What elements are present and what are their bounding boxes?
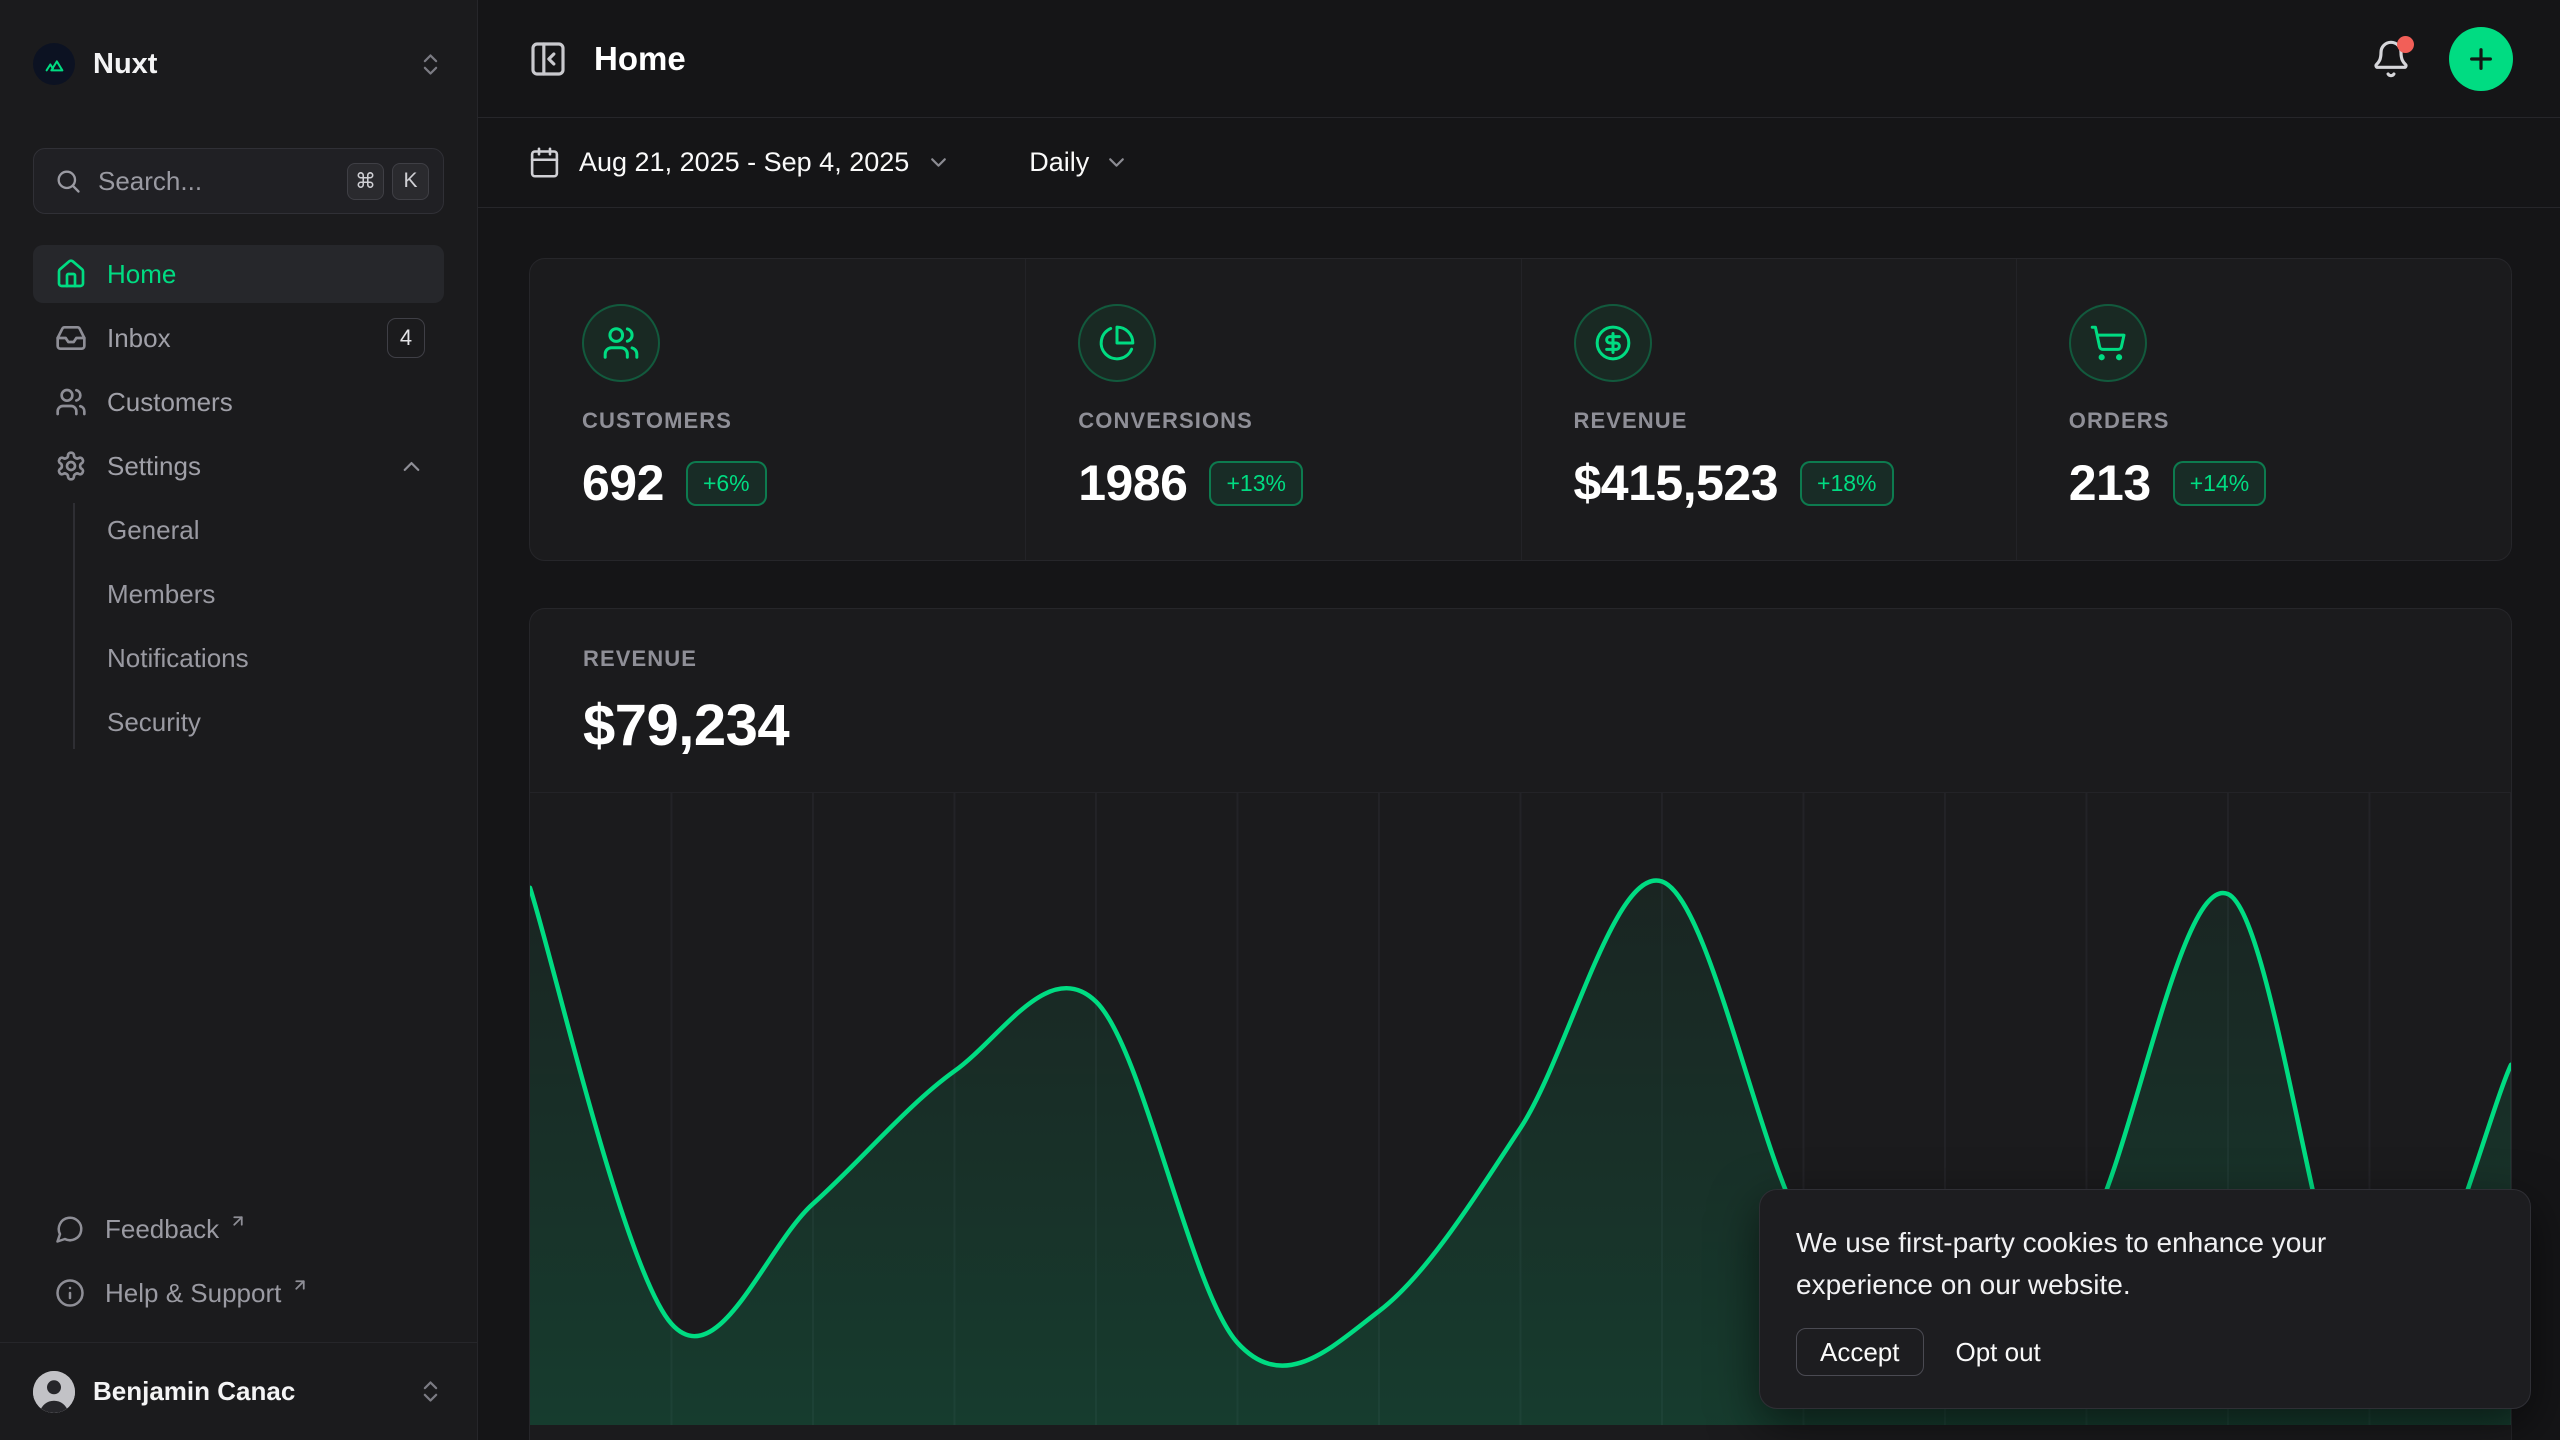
stat-label: ORDERS bbox=[2069, 408, 2511, 434]
cookie-message: We use first-party cookies to enhance yo… bbox=[1796, 1222, 2436, 1306]
sidebar-item-members[interactable]: Members bbox=[107, 565, 444, 623]
user-name: Benjamin Canac bbox=[93, 1376, 295, 1407]
sidebar-item-security[interactable]: Security bbox=[107, 693, 444, 751]
stat-value: 692 bbox=[582, 454, 664, 512]
help-support-link[interactable]: Help & Support bbox=[33, 1264, 444, 1322]
stat-label: REVENUE bbox=[1574, 408, 2016, 434]
stat-card-conversions: CONVERSIONS 1986 +13% bbox=[1025, 259, 1520, 560]
inbox-icon bbox=[55, 322, 87, 354]
chevron-down-icon bbox=[1104, 150, 1129, 175]
add-button[interactable] bbox=[2449, 27, 2513, 91]
sidebar-nav: Home Inbox 4 Customers Settings General … bbox=[33, 245, 444, 757]
stat-icon-ring bbox=[2069, 304, 2147, 382]
team-switcher[interactable]: Nuxt bbox=[33, 42, 444, 86]
accept-cookies-button[interactable]: Accept bbox=[1796, 1328, 1924, 1376]
gear-icon bbox=[55, 450, 87, 482]
users-icon bbox=[602, 324, 640, 362]
stat-label: CONVERSIONS bbox=[1078, 408, 1520, 434]
notification-dot bbox=[2397, 36, 2414, 53]
user-menu[interactable]: Benjamin Canac bbox=[33, 1371, 444, 1413]
stat-value: $415,523 bbox=[1574, 454, 1779, 512]
date-range-picker[interactable]: Aug 21, 2025 - Sep 4, 2025 bbox=[579, 147, 951, 178]
nuxt-logo-icon bbox=[33, 43, 75, 85]
chevron-down-icon bbox=[926, 150, 951, 175]
sidebar-item-home[interactable]: Home bbox=[33, 245, 444, 303]
search-placeholder: Search... bbox=[98, 166, 202, 197]
stats-summary: CUSTOMERS 692 +6% CONVERSIONS 1986 +13% bbox=[529, 258, 2512, 561]
external-link-icon bbox=[291, 1276, 309, 1294]
stat-delta-badge: +13% bbox=[1209, 461, 1302, 506]
stat-card-orders: ORDERS 213 +14% bbox=[2016, 259, 2511, 560]
sidebar-item-label: Customers bbox=[107, 387, 233, 418]
dollar-circle-icon bbox=[1594, 324, 1632, 362]
sidebar-item-customers[interactable]: Customers bbox=[33, 373, 444, 431]
sidebar-item-notifications[interactable]: Notifications bbox=[107, 629, 444, 687]
chevrons-up-down-icon bbox=[417, 1378, 444, 1405]
filters-toolbar: Aug 21, 2025 - Sep 4, 2025 Daily bbox=[478, 118, 2560, 208]
chat-bubble-icon bbox=[55, 1214, 85, 1244]
sidebar: Nuxt Search... ⌘ K Home Inbox 4 Cu bbox=[0, 0, 478, 1440]
feedback-link[interactable]: Feedback bbox=[33, 1200, 444, 1258]
cookie-consent-toast: We use first-party cookies to enhance yo… bbox=[1759, 1189, 2531, 1409]
sidebar-item-settings[interactable]: Settings bbox=[33, 437, 444, 495]
calendar-icon bbox=[528, 146, 561, 179]
revenue-chart-label: REVENUE bbox=[583, 646, 2511, 672]
stat-label: CUSTOMERS bbox=[582, 408, 1025, 434]
settings-subnav: General Members Notifications Security bbox=[33, 501, 444, 757]
stat-value: 213 bbox=[2069, 454, 2151, 512]
search-shortcut: ⌘ K bbox=[347, 163, 429, 200]
sidebar-item-label: Home bbox=[107, 259, 176, 290]
external-link-icon bbox=[229, 1212, 247, 1230]
stat-delta-badge: +6% bbox=[686, 461, 767, 506]
feedback-label: Feedback bbox=[105, 1214, 219, 1245]
opt-out-cookies-button[interactable]: Opt out bbox=[1956, 1337, 2041, 1368]
sidebar-item-inbox[interactable]: Inbox 4 bbox=[33, 309, 444, 367]
revenue-chart-value: $79,234 bbox=[583, 692, 2511, 759]
users-icon bbox=[55, 386, 87, 418]
date-range-value: Aug 21, 2025 - Sep 4, 2025 bbox=[579, 147, 909, 178]
sidebar-item-general[interactable]: General bbox=[107, 501, 444, 559]
avatar bbox=[33, 1371, 75, 1413]
search-icon bbox=[54, 167, 82, 195]
granularity-select[interactable]: Daily bbox=[1029, 147, 1129, 178]
stat-icon-ring bbox=[1574, 304, 1652, 382]
stat-delta-badge: +14% bbox=[2173, 461, 2266, 506]
team-name: Nuxt bbox=[93, 48, 157, 81]
user-section: Benjamin Canac bbox=[0, 1342, 477, 1440]
chevrons-up-down-icon bbox=[417, 51, 444, 78]
granularity-value: Daily bbox=[1029, 147, 1089, 178]
stat-card-revenue: REVENUE $415,523 +18% bbox=[1521, 259, 2016, 560]
sidebar-item-label: Settings bbox=[107, 451, 201, 482]
chevron-up-icon bbox=[398, 453, 425, 480]
kbd-cmd: ⌘ bbox=[347, 163, 384, 200]
stat-value: 1986 bbox=[1078, 454, 1187, 512]
stat-card-customers: CUSTOMERS 692 +6% bbox=[530, 259, 1025, 560]
stat-icon-ring bbox=[1078, 304, 1156, 382]
page-header: Home bbox=[478, 0, 2560, 118]
notifications-button[interactable] bbox=[2371, 39, 2411, 79]
plus-icon bbox=[2465, 43, 2497, 75]
help-support-label: Help & Support bbox=[105, 1278, 281, 1309]
sidebar-footer: Feedback Help & Support bbox=[33, 1200, 444, 1328]
inbox-count-badge: 4 bbox=[387, 318, 425, 358]
collapse-sidebar-icon[interactable] bbox=[528, 39, 568, 79]
home-icon bbox=[55, 258, 87, 290]
stat-icon-ring bbox=[582, 304, 660, 382]
search-input[interactable]: Search... ⌘ K bbox=[33, 148, 444, 214]
shopping-cart-icon bbox=[2089, 324, 2127, 362]
pie-chart-icon bbox=[1098, 324, 1136, 362]
kbd-k: K bbox=[392, 163, 429, 200]
page-title: Home bbox=[594, 40, 686, 78]
sidebar-item-label: Inbox bbox=[107, 323, 171, 354]
cookie-actions: Accept Opt out bbox=[1796, 1328, 2494, 1376]
revenue-chart-header: REVENUE $79,234 bbox=[530, 609, 2511, 792]
header-actions bbox=[2371, 27, 2513, 91]
info-circle-icon bbox=[55, 1278, 85, 1308]
stat-delta-badge: +18% bbox=[1800, 461, 1893, 506]
app-root: Nuxt Search... ⌘ K Home Inbox 4 Cu bbox=[0, 0, 2560, 1440]
